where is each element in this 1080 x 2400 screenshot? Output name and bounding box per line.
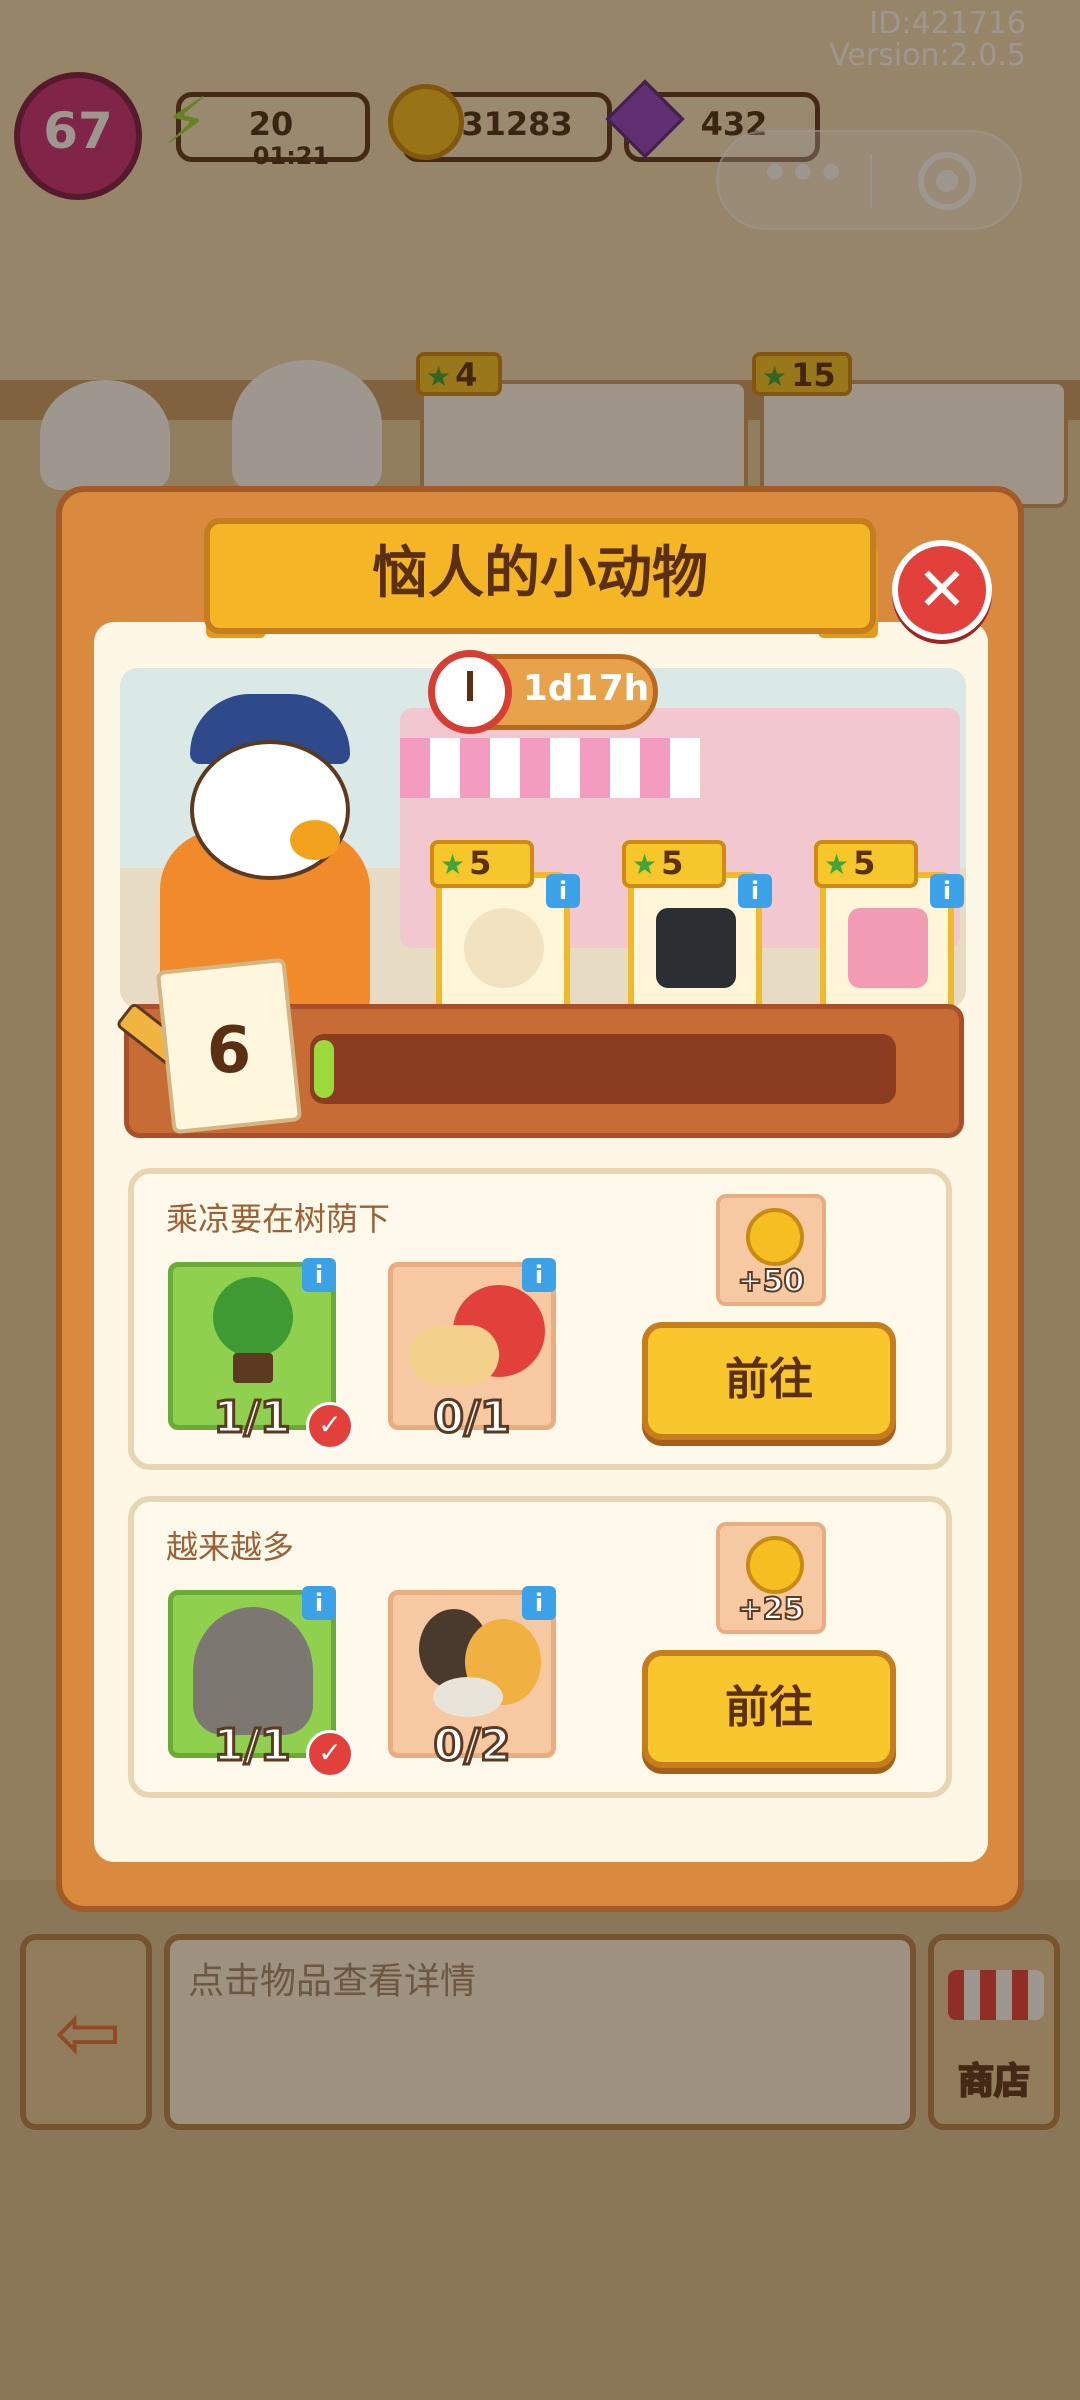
mouse-icon [433, 1677, 503, 1717]
info-icon[interactable]: i [546, 874, 580, 908]
info-icon[interactable]: i [522, 1258, 556, 1292]
clock-hand [467, 671, 473, 701]
star-icon: ★ [632, 848, 658, 881]
modal-title: 恼人的小动物 [372, 541, 708, 606]
task-1-reward: +50 [716, 1194, 826, 1306]
scene-awning [400, 738, 700, 798]
progress-count: 6 [206, 1014, 252, 1088]
reward-stars-3: ★ 5 [814, 840, 918, 888]
coin-icon [746, 1208, 804, 1266]
duck-beak [290, 820, 340, 860]
task-1-reward-amount: +50 [737, 1263, 806, 1300]
progress-track [310, 1034, 896, 1104]
task-title-1: 乘凉要在树荫下 [166, 1200, 391, 1238]
garbage-bag-icon [193, 1607, 313, 1735]
coin-icon [746, 1536, 804, 1594]
info-icon[interactable]: i [522, 1586, 556, 1620]
star-icon: ★ [440, 848, 466, 881]
clock-icon [428, 650, 512, 734]
star-icon: ★ [824, 848, 850, 881]
task-title-2: 越来越多 [166, 1528, 295, 1566]
info-icon[interactable]: i [302, 1258, 336, 1292]
reward-stars-1: ★ 5 [430, 840, 534, 888]
progress-fill [314, 1040, 334, 1098]
info-icon[interactable]: i [302, 1586, 336, 1620]
pink-bag-icon [848, 908, 928, 988]
task-2-reward: +25 [716, 1522, 826, 1634]
info-icon[interactable]: i [930, 874, 964, 908]
info-icon[interactable]: i [738, 874, 772, 908]
potted-tree-icon [213, 1277, 293, 1357]
pot-icon [233, 1353, 273, 1383]
reward-stars-2: ★ 5 [622, 840, 726, 888]
task-2-go-label: 前往 [725, 1682, 813, 1733]
task-1-item-2-count: 0/1 [432, 1391, 512, 1445]
close-button[interactable]: ✕ [892, 540, 992, 640]
task-2-reward-amount: +25 [737, 1591, 806, 1628]
snail-body-icon [409, 1325, 499, 1385]
check-icon: ✓ [306, 1730, 354, 1778]
task-2-go-button[interactable]: 前往 [642, 1650, 896, 1768]
event-timer-text: 1d17h [522, 668, 650, 709]
duck-head [190, 740, 350, 880]
task-1-go-label: 前往 [725, 1354, 813, 1405]
check-icon: ✓ [306, 1402, 354, 1450]
close-icon: ✕ [916, 555, 968, 625]
task-2-item-2-count: 0/2 [432, 1719, 512, 1773]
hamster-sleeping-icon [464, 908, 544, 988]
black-bag-icon [656, 908, 736, 988]
task-1-go-button[interactable]: 前往 [642, 1322, 896, 1440]
